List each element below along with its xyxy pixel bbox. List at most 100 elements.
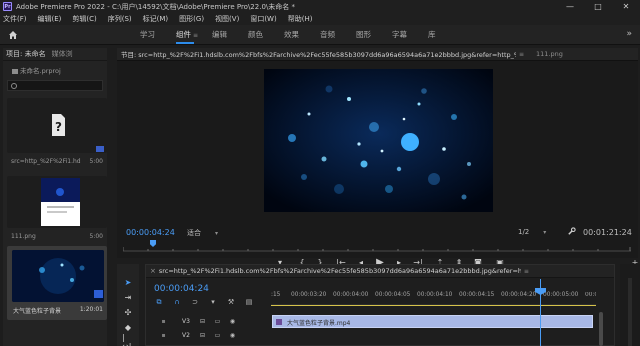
program-viewer: 00:00:04:24 适合 ▾ 1/2 ▾ 00:01:21:24 ▾ {}…: [117, 61, 638, 268]
premiere-logo-icon: Pr: [3, 2, 12, 11]
menu-help[interactable]: 帮助(H): [288, 14, 313, 24]
tab-program[interactable]: 节目: src=http_%2F%2Fi1.hdslb.com%2Fbfs%2F…: [121, 49, 516, 59]
work-area-bar[interactable]: [271, 305, 596, 306]
menu-graphics[interactable]: 图形(G): [179, 14, 204, 24]
lock-track-icon[interactable]: ⊟: [199, 332, 206, 339]
razor-tool-icon[interactable]: ◆: [122, 321, 134, 333]
ripple-edit-tool-icon[interactable]: ✣: [122, 306, 134, 318]
workspace-tab-captions[interactable]: 字幕: [392, 25, 428, 45]
workspace-tab-graphics[interactable]: 图形: [356, 25, 392, 45]
item-thumbnail: [12, 250, 104, 302]
playback-resolution-select[interactable]: 1/2 ▾: [518, 228, 546, 236]
video-frame[interactable]: [264, 69, 493, 212]
slip-tool-icon[interactable]: |↔|: [122, 333, 134, 346]
eye-icon[interactable]: ◉: [229, 332, 236, 339]
workspace-overflow-icon[interactable]: »: [626, 29, 632, 39]
fx-badge-icon: [276, 319, 282, 325]
close-sequence-icon[interactable]: ×: [150, 267, 156, 275]
png-preview-icon: [41, 178, 80, 226]
workspace-tab-libraries[interactable]: 库: [428, 25, 464, 45]
menu-clip[interactable]: 剪辑(C): [72, 14, 96, 24]
linked-selection-icon[interactable]: ⊃: [190, 297, 200, 307]
project-panel-tabs: 项目: 未命名 媒体浏: [3, 48, 107, 61]
item-thumbnail: [7, 176, 107, 228]
zoom-fit-select[interactable]: 适合 ▾: [187, 228, 218, 238]
workspace-tab-editing[interactable]: 编辑: [212, 25, 248, 45]
item-name: 111.png: [11, 233, 36, 240]
menu-edit[interactable]: 编辑(E): [38, 14, 62, 24]
lock-track-icon[interactable]: ⊟: [199, 318, 206, 325]
toggle-sync-lock-icon[interactable]: ▪: [160, 318, 167, 325]
ruler-tick-label: 00:00:04:10: [417, 292, 453, 298]
tab-media-browser[interactable]: 媒体浏: [52, 49, 73, 59]
track-header-v2: ▪ V2 ⊟ ▭ ◉: [146, 329, 271, 342]
workspace-tab-assembly[interactable]: 组件 ≡: [176, 25, 212, 45]
window-controls: — □ ✕: [556, 0, 640, 13]
video-clip[interactable]: 大气蓝色粒子背景.mp4: [272, 315, 593, 328]
item-name: 大气蓝色粒子背景: [13, 308, 62, 315]
project-file-name: 未命名.prproj: [20, 67, 61, 75]
sequence-tab[interactable]: src=http_%2F%2Fi1.hdslb.com%2Fbfs%2Farch…: [159, 267, 521, 275]
insert-sequence-icon[interactable]: ⧉: [154, 297, 164, 307]
timeline-settings-icon[interactable]: ⚒: [226, 297, 236, 307]
project-file-row: 未命名.prproj: [3, 61, 107, 75]
program-time-ruler[interactable]: [123, 246, 631, 252]
menu-view[interactable]: 视图(V): [215, 14, 239, 24]
eye-icon[interactable]: ◉: [229, 318, 236, 325]
timeline-vertical-scrollbar[interactable]: [599, 312, 603, 346]
maximize-button[interactable]: □: [584, 0, 612, 13]
ruler-tick-label: 00:00:04:15: [459, 292, 495, 298]
audio-meters: [620, 264, 640, 346]
project-item-sequence[interactable]: 大气蓝色粒子背景 1:20:01: [7, 246, 107, 320]
workspace-tab-audio[interactable]: 音频: [320, 25, 356, 45]
project-panel: 项目: 未命名 媒体浏 未命名.prproj ? src=http_%2F%2F…: [3, 48, 107, 346]
program-controls: 00:00:04:24 适合 ▾ 1/2 ▾ 00:01:21:24 ▾ {}…: [117, 215, 638, 271]
snap-icon[interactable]: ∩: [172, 297, 182, 307]
workspace-tab-color[interactable]: 颜色: [248, 25, 284, 45]
program-tab-menu-icon[interactable]: ≡: [519, 51, 524, 58]
ruler-tick-label: 00:00:04:20: [501, 292, 537, 298]
sync-lock-icon[interactable]: ▭: [214, 332, 221, 339]
menu-markers[interactable]: 标记(M): [143, 14, 169, 24]
tab-source[interactable]: 111.png: [536, 50, 563, 58]
ruler-tick-label: 00:00:05:: [585, 292, 596, 298]
folder-icon: [12, 68, 18, 74]
project-search-input[interactable]: [7, 80, 103, 91]
selection-tool-icon[interactable]: ➤: [122, 276, 134, 288]
ruler-tick-label: 00:00:03:20: [291, 292, 327, 298]
minimize-button[interactable]: —: [556, 0, 584, 13]
menu-sequence[interactable]: 序列(S): [108, 14, 132, 24]
ruler-tick-label: 00:00:05:00: [543, 292, 579, 298]
chevron-down-icon: ▾: [543, 229, 547, 236]
sync-lock-icon[interactable]: ▭: [214, 318, 221, 325]
menu-file[interactable]: 文件(F): [3, 14, 27, 24]
item-name: src=http_%2F%2Fi1.hdslb.com: [11, 158, 81, 165]
captions-icon[interactable]: ▤: [244, 297, 254, 307]
item-thumbnail: ?: [7, 98, 107, 153]
toggle-sync-lock-icon[interactable]: ▪: [160, 332, 167, 339]
track-select-tool-icon[interactable]: ⇥: [122, 291, 134, 303]
workspace-tabs: 学习 组件 ≡ 编辑 颜色 效果 音频 图形 字幕 库: [140, 25, 464, 45]
image-badge-icon: [96, 146, 104, 152]
tab-project[interactable]: 项目: 未命名: [6, 49, 46, 59]
playhead-timecode[interactable]: 00:00:04:24: [126, 228, 175, 237]
track-label: V2: [182, 332, 190, 339]
workspace-menu-icon[interactable]: ≡: [193, 26, 199, 46]
workspace-tab-effects[interactable]: 效果: [284, 25, 320, 45]
menu-window[interactable]: 窗口(W): [250, 14, 276, 24]
timeline-timecode[interactable]: 00:00:04:24: [154, 284, 209, 294]
audio-meter-bar: [628, 278, 632, 346]
workspace-tab-learn[interactable]: 学习: [140, 25, 176, 45]
item-duration: 5:00: [89, 233, 103, 240]
project-item-png[interactable]: 111.png 5:00: [7, 176, 107, 244]
add-marker-icon[interactable]: ▾: [208, 297, 218, 307]
clip-name: 大气蓝色粒子背景.mp4: [287, 320, 351, 327]
close-button[interactable]: ✕: [612, 0, 640, 13]
missing-file-icon: ?: [52, 114, 65, 136]
home-icon[interactable]: [8, 30, 18, 40]
project-item-image[interactable]: ? src=http_%2F%2Fi1.hdslb.com 5:00: [7, 98, 107, 168]
sequence-tab-menu-icon[interactable]: ≡: [524, 268, 529, 275]
program-monitor: 节目: src=http_%2F%2Fi1.hdslb.com%2Fbfs%2F…: [117, 48, 638, 268]
resolution-label: 1/2: [518, 228, 530, 236]
wrench-icon[interactable]: [567, 227, 576, 236]
